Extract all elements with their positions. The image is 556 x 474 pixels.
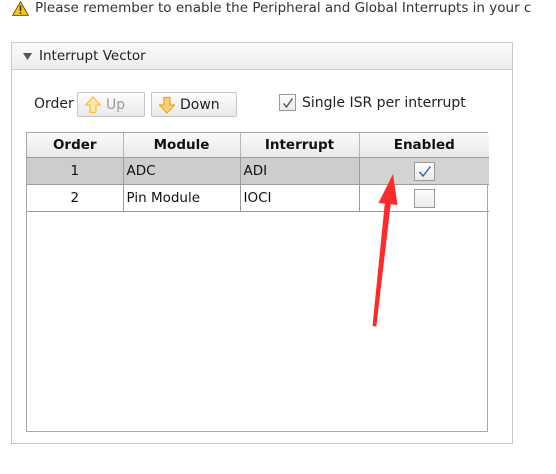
column-header-interrupt[interactable]: Interrupt <box>240 133 360 158</box>
column-header-module[interactable]: Module <box>123 133 241 158</box>
warning-bar: Please remember to enable the Peripheral… <box>12 0 531 16</box>
arrow-up-icon <box>84 95 102 114</box>
interrupt-vector-panel: Interrupt Vector Order Up Down Single IS… <box>11 42 513 444</box>
interrupt-table: Order Module Interrupt Enabled 1 ADC ADI <box>26 132 489 432</box>
move-up-label: Up <box>106 96 126 113</box>
move-down-label: Down <box>180 96 220 113</box>
table-row-pin-module[interactable]: 2 Pin Module IOCI <box>27 184 489 212</box>
move-up-button[interactable]: Up <box>77 92 145 117</box>
cell-order: 2 <box>27 184 124 212</box>
warning-text: Please remember to enable the Peripheral… <box>35 0 532 16</box>
table-row-adc[interactable]: 1 ADC ADI <box>27 157 489 185</box>
cell-enabled <box>359 184 489 212</box>
order-label: Order <box>34 96 74 112</box>
cell-module: Pin Module <box>123 184 241 212</box>
cell-interrupt: ADI <box>240 157 360 185</box>
move-down-button[interactable]: Down <box>151 92 237 117</box>
cell-interrupt: IOCI <box>240 184 360 212</box>
enabled-checkbox-adc[interactable] <box>413 161 435 181</box>
column-header-order[interactable]: Order <box>27 133 124 158</box>
page: Please remember to enable the Peripheral… <box>0 0 556 474</box>
column-header-enabled[interactable]: Enabled <box>359 133 489 158</box>
cell-module: ADC <box>123 157 241 185</box>
single-isr-option[interactable]: Single ISR per interrupt <box>279 94 466 111</box>
table-header-row: Order Module Interrupt Enabled <box>27 133 489 158</box>
order-toolbar: Order Up Down Single ISR per interrupt <box>34 92 512 118</box>
panel-header[interactable]: Interrupt Vector <box>12 43 512 70</box>
warning-icon <box>12 0 29 16</box>
cell-order: 1 <box>27 157 124 185</box>
enabled-checkbox-pin-module[interactable] <box>413 188 435 208</box>
single-isr-label: Single ISR per interrupt <box>302 94 466 111</box>
single-isr-checkbox[interactable] <box>279 94 296 111</box>
cell-enabled <box>359 157 489 185</box>
panel-title: Interrupt Vector <box>39 48 146 64</box>
arrow-down-icon <box>158 96 176 114</box>
triangle-down-icon[interactable] <box>23 52 32 60</box>
